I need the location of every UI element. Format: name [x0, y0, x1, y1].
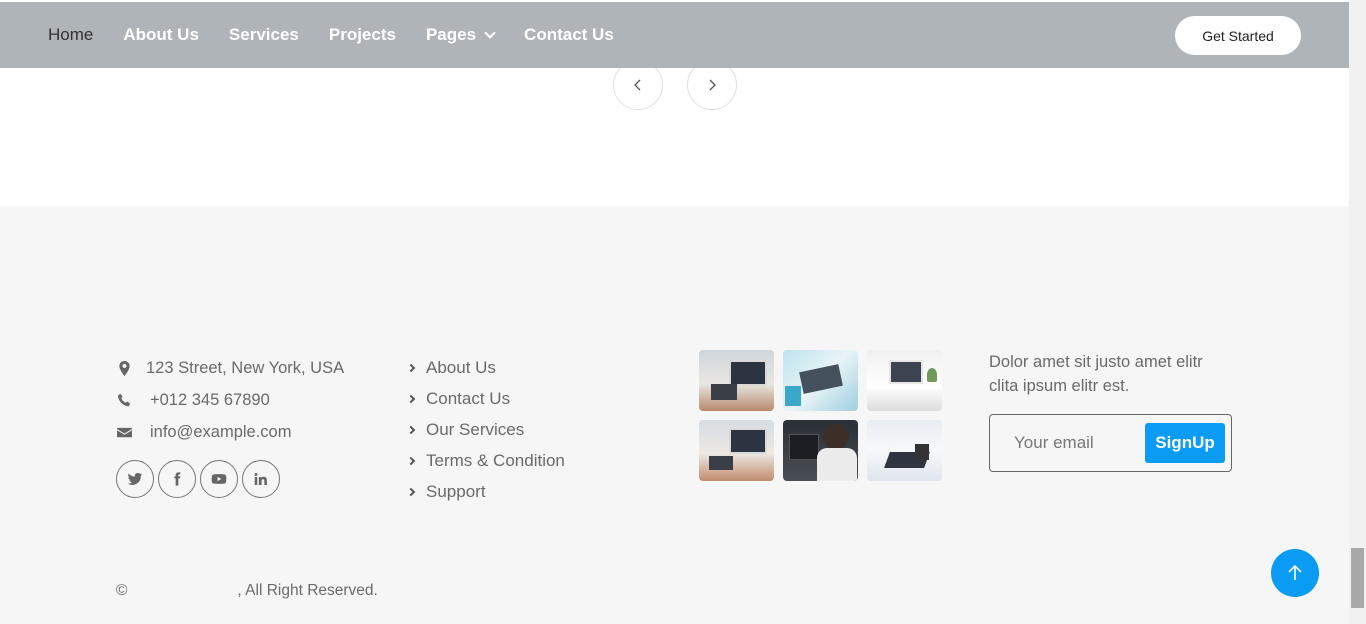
gallery-thumb[interactable]: [699, 350, 774, 411]
arrow-up-icon: [1288, 564, 1302, 580]
footer-link-contact[interactable]: Contact Us: [406, 383, 565, 414]
footer-link-label: About Us: [426, 357, 496, 377]
gallery-thumb[interactable]: [867, 350, 942, 411]
chevron-right-icon: [406, 363, 416, 372]
nav-pages-dropdown[interactable]: Pages: [425, 25, 496, 45]
newsletter-text: Dolor amet sit justo amet elitr clita ip…: [989, 353, 1203, 395]
chevron-right-icon: [406, 487, 416, 496]
gallery-thumb[interactable]: [783, 350, 858, 411]
footer-link-label: Support: [426, 481, 486, 501]
chevron-right-icon: [406, 456, 416, 465]
linkedin-link[interactable]: [242, 460, 280, 498]
nav-home[interactable]: Home: [48, 25, 93, 45]
envelope-icon: [116, 424, 132, 440]
nav-links: Home About Us Services Projects Pages Co…: [48, 2, 614, 68]
navbar: Home About Us Services Projects Pages Co…: [0, 2, 1349, 68]
phone-text: +012 345 67890: [150, 390, 270, 409]
contact-phone: +012 345 67890: [116, 384, 344, 416]
facebook-link[interactable]: [158, 460, 196, 498]
youtube-icon: [211, 474, 227, 484]
contact-email: info@example.com: [116, 416, 344, 448]
nav-about[interactable]: About Us: [123, 25, 199, 45]
copyright-symbol: ©: [116, 582, 128, 599]
newsletter-form: SignUp: [989, 414, 1232, 472]
email-text: info@example.com: [150, 422, 292, 441]
footer-link-support[interactable]: Support: [406, 476, 565, 507]
footer-links: About Us Contact Us Our Services Terms &…: [406, 352, 565, 507]
facebook-icon: [174, 472, 181, 486]
footer-gallery: [699, 350, 942, 481]
nav-services[interactable]: Services: [229, 25, 299, 45]
footer-link-about[interactable]: About Us: [406, 352, 565, 383]
copyright-text: , All Right Reserved.: [237, 582, 378, 599]
gallery-thumb[interactable]: [867, 420, 942, 481]
gallery-thumb[interactable]: [699, 420, 774, 481]
newsletter: Dolor amet sit justo amet elitr clita ip…: [989, 350, 1234, 472]
nav-pages-label: Pages: [425, 25, 477, 44]
twitter-link[interactable]: [116, 460, 154, 498]
footer-contact: 123 Street, New York, USA +012 345 67890…: [116, 352, 344, 498]
chevron-down-icon: [484, 27, 496, 39]
email-input[interactable]: [991, 416, 1141, 470]
youtube-link[interactable]: [200, 460, 238, 498]
chevron-right-icon: [406, 425, 416, 434]
nav-contact[interactable]: Contact Us: [524, 25, 614, 45]
nav-projects[interactable]: Projects: [329, 25, 396, 45]
site-name-placeholder: [127, 582, 237, 600]
footer-link-terms[interactable]: Terms & Condition: [406, 445, 565, 476]
footer-link-services[interactable]: Our Services: [406, 414, 565, 445]
contact-address: 123 Street, New York, USA: [116, 352, 344, 384]
chevron-right-icon: [709, 79, 716, 91]
chevron-left-icon: [634, 79, 641, 91]
get-started-button[interactable]: Get Started: [1175, 16, 1301, 55]
address-text: 123 Street, New York, USA: [146, 358, 345, 377]
copyright: © , All Right Reserved.: [116, 582, 378, 600]
linkedin-icon: [254, 473, 267, 485]
footer: 123 Street, New York, USA +012 345 67890…: [0, 206, 1349, 624]
social-links: [116, 460, 344, 498]
signup-button[interactable]: SignUp: [1145, 423, 1225, 463]
chevron-right-icon: [406, 394, 416, 403]
footer-link-label: Terms & Condition: [426, 450, 565, 470]
twitter-icon: [127, 472, 143, 485]
phone-icon: [116, 392, 132, 408]
gallery-thumb[interactable]: [783, 420, 858, 481]
map-marker-icon: [116, 360, 132, 376]
page-scrollbar[interactable]: [1349, 0, 1366, 624]
footer-link-label: Contact Us: [426, 388, 511, 408]
footer-link-label: Our Services: [426, 419, 525, 439]
scrollbar-thumb[interactable]: [1351, 548, 1364, 608]
back-to-top-button[interactable]: [1271, 549, 1319, 597]
